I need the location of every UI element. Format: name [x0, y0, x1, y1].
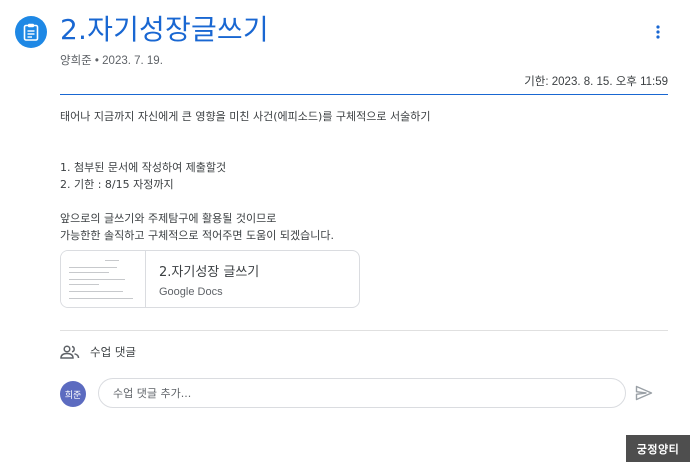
send-icon — [635, 385, 653, 401]
section-divider — [60, 330, 668, 331]
description-line: 앞으로의 글쓰기와 주제탐구에 활용될 것이므로 — [60, 212, 277, 225]
description-line — [60, 125, 660, 142]
more-options-button[interactable] — [646, 20, 670, 44]
assignment-icon — [15, 16, 47, 48]
description-line: 2. 기한 : 8/15 자정까지 — [60, 178, 174, 191]
description-line: 가능한한 솔직하고 구체적으로 적어주면 도움이 되겠습니다. — [60, 229, 334, 242]
more-vert-icon — [656, 25, 660, 39]
class-comments-header: 수업 댓글 — [60, 344, 136, 360]
assignment-description: 태어나 지금까지 자신에게 큰 영향을 미친 사건(에피소드)를 구체적으로 서… — [60, 108, 660, 244]
attachment-type: Google Docs — [159, 286, 223, 298]
attachment-thumbnail — [61, 251, 146, 307]
watermark-logo: 궁정양티 — [626, 435, 690, 462]
assignment-title: 2.자기성장글쓰기 — [60, 13, 269, 46]
description-line — [60, 193, 660, 210]
description-line: 1. 첨부된 문서에 작성하여 제출할것 — [60, 161, 227, 174]
send-button[interactable] — [632, 381, 656, 405]
comment-input[interactable] — [98, 378, 626, 408]
author-date: 양희준 • 2023. 7. 19. — [60, 55, 163, 67]
class-comments-label: 수업 댓글 — [90, 345, 136, 359]
header-divider — [60, 94, 668, 95]
people-icon — [60, 345, 80, 359]
description-line — [60, 142, 660, 159]
attachment-card[interactable]: 2.자기성장 글쓰기 Google Docs — [60, 250, 360, 308]
attachment-title: 2.자기성장 글쓰기 — [159, 265, 260, 280]
avatar: 희준 — [60, 381, 86, 407]
description-line: 태어나 지금까지 자신에게 큰 영향을 미친 사건(에피소드)를 구체적으로 서… — [60, 110, 431, 123]
due-date: 기한: 2023. 8. 15. 오후 11:59 — [524, 76, 668, 88]
